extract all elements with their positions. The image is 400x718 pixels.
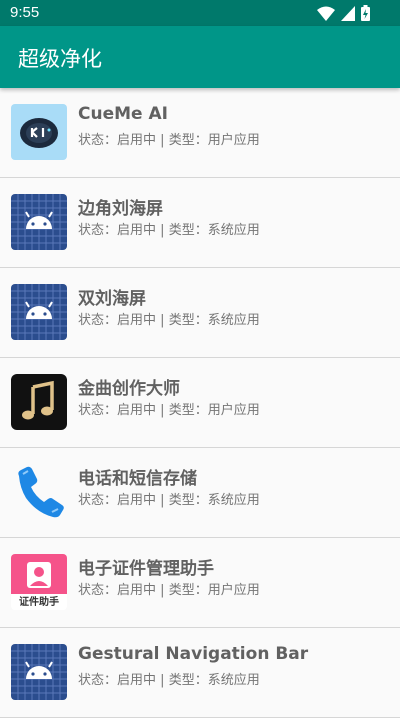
app-meta: 状态：启用中 | 类型：系统应用 xyxy=(78,223,260,238)
wifi-icon xyxy=(317,6,335,21)
status-bar: 9:55 xyxy=(0,0,400,26)
battery-charging-icon xyxy=(361,5,370,21)
id-photo-icon-text: 证件助手 xyxy=(19,595,59,608)
app-name: 电话和短信存储 xyxy=(78,469,197,489)
cueme-ai-icon xyxy=(11,104,67,160)
app-meta: 状态：启用中 | 类型：系统应用 xyxy=(78,493,260,508)
android-default-icon xyxy=(11,194,67,250)
music-note-icon xyxy=(11,374,67,430)
app-name: 双刘海屏 xyxy=(78,289,146,309)
app-meta: 状态：启用中 | 类型：用户应用 xyxy=(78,583,260,598)
app-meta: 状态：启用中 | 类型：用户应用 xyxy=(78,403,260,418)
app-row-cueme-ai[interactable]: CueMe AI 状态：启用中 | 类型：用户应用 xyxy=(0,88,400,178)
app-row-id-photo-assistant[interactable]: 证件助手 电子证件管理助手 状态：启用中 | 类型：用户应用 xyxy=(0,538,400,628)
app-list[interactable]: CueMe AI 状态：启用中 | 类型：用户应用 边角刘海屏 状态：启用中 |… xyxy=(0,88,400,718)
signal-icon xyxy=(341,5,355,21)
app-name: 电子证件管理助手 xyxy=(78,559,214,579)
app-row-double-notch[interactable]: 双刘海屏 状态：启用中 | 类型：系统应用 xyxy=(0,268,400,358)
app-name: 金曲创作大师 xyxy=(78,379,180,399)
app-meta: 状态：启用中 | 类型：用户应用 xyxy=(78,133,260,148)
app-meta: 状态：启用中 | 类型：系统应用 xyxy=(78,673,260,688)
app-row-phone-sms-storage[interactable]: 电话和短信存储 状态：启用中 | 类型：系统应用 xyxy=(0,448,400,538)
app-row-gestural-navigation-bar[interactable]: Gestural Navigation Bar 状态：启用中 | 类型：系统应用 xyxy=(0,628,400,718)
app-title: 超级净化 xyxy=(18,47,102,71)
app-row-song-creator[interactable]: 金曲创作大师 状态：启用中 | 类型：用户应用 xyxy=(0,358,400,448)
app-meta: 状态：启用中 | 类型：系统应用 xyxy=(78,313,260,328)
app-bar: 超级净化 xyxy=(0,26,400,88)
id-photo-icon: 证件助手 xyxy=(11,554,67,610)
app-name: 边角刘海屏 xyxy=(78,199,163,219)
phone-icon xyxy=(11,464,67,520)
app-row-corner-notch[interactable]: 边角刘海屏 状态：启用中 | 类型：系统应用 xyxy=(0,178,400,268)
android-default-icon xyxy=(11,644,67,700)
app-name: Gestural Navigation Bar xyxy=(78,644,309,664)
app-name: CueMe AI xyxy=(78,104,168,124)
status-time: 9:55 xyxy=(10,4,40,21)
status-icons xyxy=(317,5,370,21)
android-default-icon xyxy=(11,284,67,340)
